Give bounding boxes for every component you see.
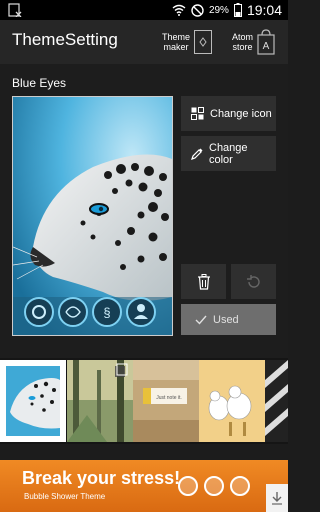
store-bag-icon: A (257, 29, 275, 55)
theme-maker-label-line2: maker (163, 42, 189, 52)
ad-title: Break your stress! (22, 468, 181, 488)
status-bar: 29% 19:04 (0, 0, 288, 20)
eyedropper-icon (191, 148, 203, 160)
check-icon (195, 315, 207, 325)
wifi-icon (172, 4, 186, 16)
battery-icon (233, 3, 242, 17)
user-bubble-icon (178, 476, 198, 496)
theme-name: Blue Eyes (12, 76, 67, 90)
theme-maker-icon (194, 30, 213, 54)
do-not-disturb-icon (191, 3, 204, 17)
used-button[interactable]: Used (181, 304, 276, 335)
used-label: Used (213, 313, 239, 326)
atom-store-label-line1: Atom (232, 32, 254, 42)
trash-icon (197, 273, 210, 290)
theme-thumbnail-forest[interactable] (67, 360, 133, 442)
sticky-note-text: Just note it. (156, 395, 182, 401)
ad-banner[interactable]: Break your stress! Bubble Shower Theme (0, 460, 288, 512)
ad-subtitle: Bubble Shower Theme (24, 492, 106, 501)
clock: 19:04 (246, 2, 282, 18)
change-color-button[interactable]: Change color (181, 136, 276, 171)
store-bag-letter: A (263, 41, 270, 52)
notification-icon (8, 3, 22, 17)
grid-icon (191, 107, 204, 120)
theme-thumbnail-moomin[interactable] (199, 360, 265, 442)
battery-percent: 29% (208, 4, 229, 16)
theme-thumbnail-sticky-note[interactable]: Just note it. (133, 360, 199, 442)
page-title: ThemeSetting (12, 30, 118, 49)
change-icon-button[interactable]: Change icon (181, 96, 276, 131)
theme-preview-image: § (12, 96, 173, 336)
theme-thumbnail-blue-eyes[interactable] (0, 360, 66, 442)
atom-store-label-line2: store (232, 42, 253, 52)
ad-download-button[interactable] (266, 484, 288, 512)
globe-bubble-icon (204, 476, 224, 496)
theme-thumbnail-stripes[interactable] (265, 360, 288, 442)
theme-thumbnail-strip[interactable]: Just note it. (0, 358, 288, 444)
undo-icon (246, 274, 260, 288)
theme-maker-label-line1: Theme (162, 32, 191, 42)
theme-detail: Blue Eyes § Change icon Change color Use… (0, 64, 288, 358)
download-icon (272, 492, 282, 505)
change-icon-label: Change icon (210, 107, 272, 120)
svg-text:§: § (103, 305, 110, 320)
change-color-label-line2: color (209, 153, 233, 166)
chat-bubble-icon (230, 476, 250, 496)
atom-store-button[interactable]: Atom store A (232, 26, 275, 58)
theme-maker-button[interactable]: Theme maker (162, 26, 213, 58)
app-bar: ThemeSetting Theme maker Atom store A (0, 20, 288, 64)
change-color-label-line1: Change (209, 141, 248, 154)
delete-button[interactable] (181, 264, 226, 299)
undo-button[interactable] (231, 264, 276, 299)
